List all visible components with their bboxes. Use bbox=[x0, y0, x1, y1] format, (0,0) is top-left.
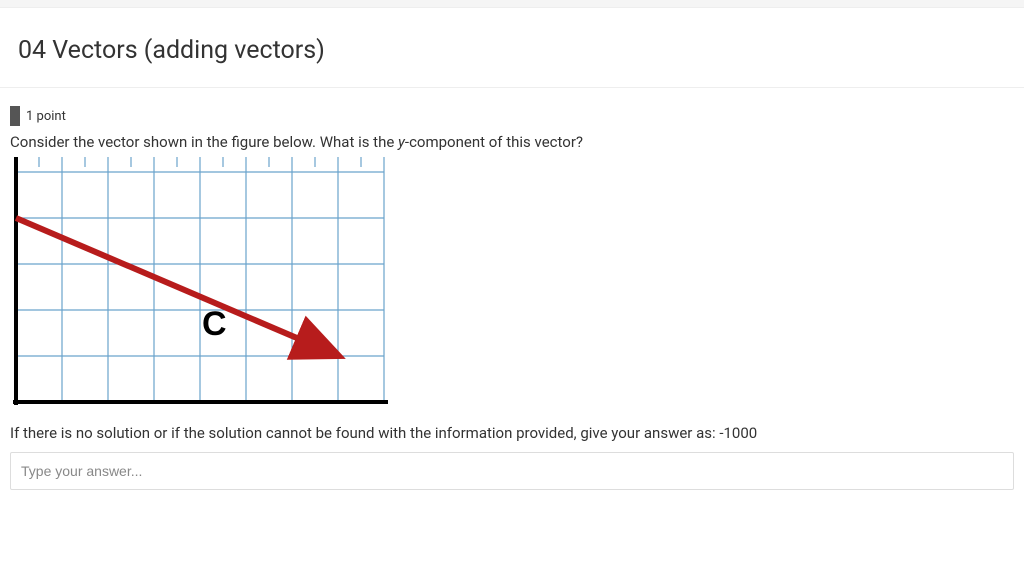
question-prompt: Consider the vector shown in the figure … bbox=[10, 132, 1014, 153]
answer-input[interactable] bbox=[10, 452, 1014, 490]
vector-label: C bbox=[202, 305, 227, 343]
points-text: 1 point bbox=[26, 109, 66, 124]
prompt-var: y bbox=[398, 133, 405, 151]
points-row: 1 point bbox=[10, 106, 1014, 126]
vector-c-arrow bbox=[16, 218, 332, 353]
top-bar bbox=[0, 0, 1024, 8]
points-marker bbox=[10, 106, 20, 126]
section-title: 04 Vectors (adding vectors) bbox=[0, 8, 1024, 88]
question-block: 1 point Consider the vector shown in the… bbox=[0, 88, 1024, 490]
instruction-text: If there is no solution or if the soluti… bbox=[10, 424, 1014, 442]
prompt-after: -component of this vector? bbox=[405, 133, 583, 151]
vector-grid-svg: C bbox=[10, 157, 400, 412]
prompt-before: Consider the vector shown in the figure … bbox=[10, 133, 398, 151]
vector-figure: C bbox=[10, 157, 1014, 416]
